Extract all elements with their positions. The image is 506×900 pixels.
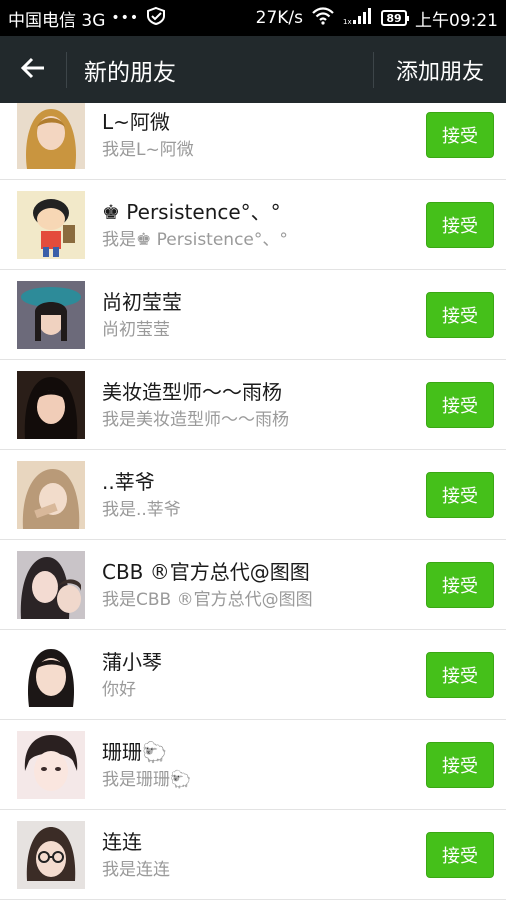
- avatar[interactable]: [17, 640, 85, 709]
- list-item[interactable]: 珊珊🐑 我是珊珊🐑 接受: [0, 720, 506, 810]
- accept-button[interactable]: 接受: [426, 831, 494, 878]
- avatar[interactable]: [17, 820, 85, 889]
- friend-message: 我是CBB ®官方总代@图图: [102, 589, 313, 610]
- list-item[interactable]: L~阿微 我是L~阿微 接受: [0, 103, 506, 180]
- friend-message: 我是连连: [102, 859, 170, 880]
- avatar[interactable]: [17, 280, 85, 349]
- friend-message: 我是♚ Persistence°、°: [102, 229, 288, 250]
- signal-icon: 1x: [343, 7, 373, 30]
- svg-text:1x: 1x: [343, 18, 352, 25]
- friend-message: 我是珊珊🐑: [102, 769, 192, 790]
- accept-button[interactable]: 接受: [426, 111, 494, 158]
- friend-name: ♚ Persistence°、°: [102, 199, 281, 224]
- list-item[interactable]: 美妆造型师～～雨杨 我是美妆造型师～～雨杨 接受: [0, 360, 506, 450]
- network-speed: 27K/s: [255, 8, 303, 28]
- avatar[interactable]: [17, 550, 85, 619]
- avatar[interactable]: [17, 370, 85, 439]
- list-item[interactable]: ♚ Persistence°、° 我是♚ Persistence°、° 接受: [0, 180, 506, 270]
- friend-message: 我是..莘爷: [102, 499, 181, 520]
- avatar[interactable]: [17, 190, 85, 259]
- accept-button[interactable]: 接受: [426, 381, 494, 428]
- list-item[interactable]: ..莘爷 我是..莘爷 接受: [0, 450, 506, 540]
- carrier-label: 中国电信 3G: [8, 10, 106, 31]
- list-item[interactable]: 蒲小琴 你好 接受: [0, 630, 506, 720]
- back-button[interactable]: [0, 36, 66, 103]
- friend-name: 连连: [102, 829, 142, 854]
- title-bar: 新的朋友 添加朋友: [0, 36, 506, 103]
- friend-message: 尚初莹莹: [102, 319, 170, 340]
- avatar[interactable]: [17, 103, 85, 169]
- friend-request-list: L~阿微 我是L~阿微 接受 ♚ Persistence°、° 我是♚ Pers…: [0, 103, 506, 900]
- page-title: 新的朋友: [84, 59, 176, 86]
- arrow-left-icon: [20, 56, 46, 84]
- avatar[interactable]: [17, 730, 85, 799]
- clock: 上午09:21: [415, 10, 498, 31]
- friend-message: 我是L~阿微: [102, 139, 194, 160]
- accept-button[interactable]: 接受: [426, 561, 494, 608]
- avatar[interactable]: [17, 460, 85, 529]
- accept-button[interactable]: 接受: [426, 651, 494, 698]
- shield-check-icon: [145, 6, 167, 31]
- friend-name: 尚初莹莹: [102, 289, 182, 314]
- friend-name: 美妆造型师～～雨杨: [102, 379, 282, 404]
- add-friend-button[interactable]: 添加朋友: [374, 36, 506, 103]
- friend-name: 珊珊🐑: [102, 739, 167, 764]
- friend-message: 我是美妆造型师～～雨杨: [102, 409, 289, 430]
- friend-name: 蒲小琴: [102, 649, 162, 674]
- list-item[interactable]: 连连 我是连连 接受: [0, 810, 506, 900]
- accept-button[interactable]: 接受: [426, 741, 494, 788]
- friend-name: L~阿微: [102, 109, 170, 134]
- notification-dots: •••: [111, 10, 140, 26]
- friend-message: 你好: [102, 679, 136, 700]
- battery-icon: 89: [381, 10, 409, 26]
- accept-button[interactable]: 接受: [426, 201, 494, 248]
- accept-button[interactable]: 接受: [426, 471, 494, 518]
- friend-name: ..莘爷: [102, 469, 155, 494]
- status-bar: 中国电信 3G ••• 27K/s 1x 89 上午09:21: [0, 0, 506, 36]
- list-item[interactable]: CBB ®官方总代@图图 我是CBB ®官方总代@图图 接受: [0, 540, 506, 630]
- accept-button[interactable]: 接受: [426, 291, 494, 338]
- friend-name: CBB ®官方总代@图图: [102, 559, 310, 584]
- wifi-icon: [311, 6, 335, 30]
- list-item[interactable]: 尚初莹莹 尚初莹莹 接受: [0, 270, 506, 360]
